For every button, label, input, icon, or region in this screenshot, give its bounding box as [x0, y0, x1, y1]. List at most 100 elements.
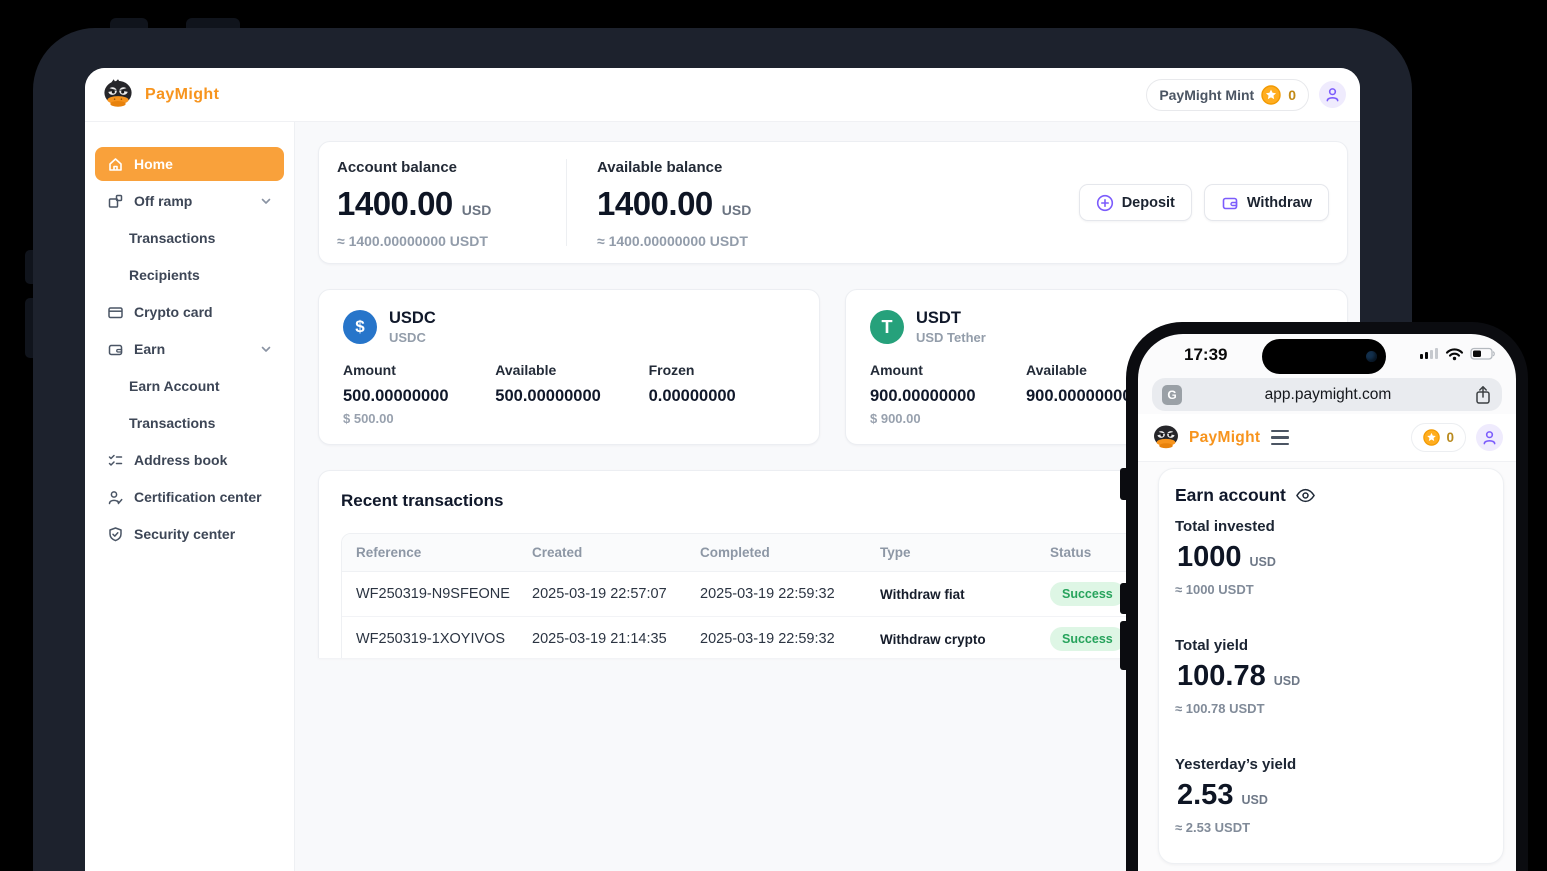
- stat-currency: USD: [1241, 793, 1267, 807]
- phone-action-button: [1120, 468, 1127, 500]
- amount-label: Amount: [343, 362, 495, 378]
- url-text: app.paymight.com: [1182, 386, 1474, 404]
- cell-completed: 2025-03-19 22:59:32: [700, 586, 880, 602]
- battery-icon: [1471, 349, 1494, 360]
- frozen-value: 0.00000000: [649, 387, 795, 406]
- sidebar-item-certification-center[interactable]: Certification center: [95, 480, 284, 514]
- sidebar-item-crypto-card[interactable]: Crypto card: [95, 295, 284, 329]
- phone-screen: 17:39 G app.paymight.com: [1138, 334, 1516, 871]
- off-ramp-icon: [107, 193, 124, 210]
- hamburger-menu-icon[interactable]: [1271, 430, 1289, 445]
- translate-icon[interactable]: G: [1162, 385, 1182, 405]
- stat-approx: ≈ 1000 USDT: [1175, 582, 1487, 597]
- stat-currency: USD: [1274, 674, 1300, 688]
- usdt-logo-icon: T: [870, 310, 904, 344]
- person-check-icon: [107, 489, 124, 506]
- account-balance-approx: ≈ 1400.00000000 USDT: [337, 233, 566, 249]
- sidebar-item-home[interactable]: Home: [95, 147, 284, 181]
- cell-reference: WF250319-N9SFEONE: [356, 586, 532, 602]
- deposit-plus-icon: [1096, 194, 1114, 212]
- available-balance-amount: 1400.00: [597, 185, 713, 223]
- available-label: Available: [495, 362, 648, 378]
- available-balance-approx: ≈ 1400.00000000 USDT: [597, 233, 827, 249]
- amount-label: Amount: [870, 362, 1026, 378]
- phone-volume-up-button: [1120, 583, 1127, 614]
- eye-icon[interactable]: [1295, 485, 1316, 506]
- wallet-icon: [107, 341, 124, 358]
- user-avatar[interactable]: [1476, 424, 1503, 451]
- stat-total-yield: Total yield 100.78 USD ≈ 100.78 USDT: [1175, 637, 1487, 716]
- page-background: PayMight PayMight Mint 0: [0, 0, 1547, 871]
- brand-name: PayMight: [1189, 429, 1260, 447]
- col-created: Created: [532, 545, 700, 560]
- sidebar-item-offramp-transactions[interactable]: Transactions: [95, 221, 284, 255]
- cell-type: Withdraw crypto: [880, 632, 1050, 647]
- share-icon[interactable]: [1474, 385, 1492, 405]
- sidebar-item-address-book[interactable]: Address book: [95, 443, 284, 477]
- status-badge: Success: [1050, 627, 1125, 651]
- user-avatar[interactable]: [1319, 81, 1346, 108]
- shield-check-icon: [107, 526, 124, 543]
- col-reference: Reference: [356, 545, 532, 560]
- app-header: PayMight PayMight Mint 0: [85, 68, 1360, 122]
- usdc-asset-card: $ USDC USDC Amount 500.00000000 $ 500.00…: [318, 289, 820, 445]
- duck-logo-icon: [101, 79, 135, 110]
- usdc-logo-icon: $: [343, 310, 377, 344]
- stat-total-invested: Total invested 1000 USD ≈ 1000 USDT: [1175, 518, 1487, 597]
- user-icon: [1325, 87, 1340, 102]
- account-balance-label: Account balance: [337, 159, 566, 176]
- mint-balance-pill[interactable]: PayMight Mint 0: [1146, 79, 1309, 111]
- coin-balance-pill[interactable]: 0: [1411, 423, 1466, 452]
- status-bar-icons: [1420, 346, 1496, 361]
- available-value: 500.00000000: [495, 387, 648, 406]
- stat-yesterdays-yield: Yesterday’s yield 2.53 USD ≈ 2.53 USDT: [1175, 756, 1487, 835]
- col-completed: Completed: [700, 545, 880, 560]
- sidebar-item-earn-account[interactable]: Earn Account: [95, 369, 284, 403]
- stat-approx: ≈ 2.53 USDT: [1175, 820, 1487, 835]
- available-balance-block: Available balance 1400.00 USD ≈ 1400.000…: [567, 159, 827, 246]
- phone-frame: 17:39 G app.paymight.com: [1126, 322, 1528, 871]
- status-badge: Success: [1050, 582, 1125, 606]
- stat-approx: ≈ 100.78 USDT: [1175, 701, 1487, 716]
- sidebar: Home Off ramp Transactions Recipients Cr…: [85, 122, 295, 871]
- mint-count: 0: [1288, 87, 1296, 103]
- phone-app-header: PayMight 0: [1138, 414, 1516, 462]
- available-balance-currency: USD: [722, 202, 752, 218]
- amount-value: 500.00000000: [343, 387, 495, 406]
- stat-value: 1000: [1177, 541, 1242, 574]
- withdraw-button[interactable]: Withdraw: [1204, 184, 1329, 221]
- cell-created: 2025-03-19 21:14:35: [532, 631, 700, 647]
- cell-completed: 2025-03-19 22:59:32: [700, 631, 880, 647]
- brand-name: PayMight: [145, 86, 219, 104]
- asset-symbol: USDT: [916, 309, 986, 328]
- available-balance-label: Available balance: [597, 159, 827, 176]
- asset-symbol: USDC: [389, 309, 436, 328]
- coin-icon: [1261, 85, 1281, 105]
- sidebar-item-earn[interactable]: Earn: [95, 332, 284, 366]
- asset-name: USD Tether: [916, 330, 986, 345]
- user-icon: [1482, 430, 1497, 445]
- deposit-button[interactable]: Deposit: [1079, 184, 1192, 221]
- amount-value: 900.00000000: [870, 387, 1026, 406]
- cell-reference: WF250319-1XOYIVOS: [356, 631, 532, 647]
- browser-address-bar[interactable]: G app.paymight.com: [1152, 378, 1502, 411]
- cell-type: Withdraw fiat: [880, 587, 1050, 602]
- credit-card-icon: [107, 304, 124, 321]
- sidebar-item-earn-transactions[interactable]: Transactions: [95, 406, 284, 440]
- sidebar-item-security-center[interactable]: Security center: [95, 517, 284, 551]
- mint-label: PayMight Mint: [1159, 87, 1254, 103]
- account-balance-currency: USD: [462, 202, 492, 218]
- phone-volume-down-button: [1120, 621, 1127, 670]
- earn-account-card: Earn account Total invested 1000 USD ≈ 1…: [1158, 468, 1504, 864]
- coin-icon: [1423, 429, 1440, 446]
- wifi-icon: [1447, 349, 1462, 360]
- stat-value: 2.53: [1177, 779, 1233, 812]
- asset-name: USDC: [389, 330, 436, 345]
- home-icon: [107, 156, 124, 173]
- balance-card: Account balance 1400.00 USD ≈ 1400.00000…: [318, 141, 1348, 264]
- cell-created: 2025-03-19 22:57:07: [532, 586, 700, 602]
- sidebar-item-off-ramp[interactable]: Off ramp: [95, 184, 284, 218]
- sidebar-item-recipients[interactable]: Recipients: [95, 258, 284, 292]
- coin-count: 0: [1446, 430, 1454, 445]
- checklist-icon: [107, 452, 124, 469]
